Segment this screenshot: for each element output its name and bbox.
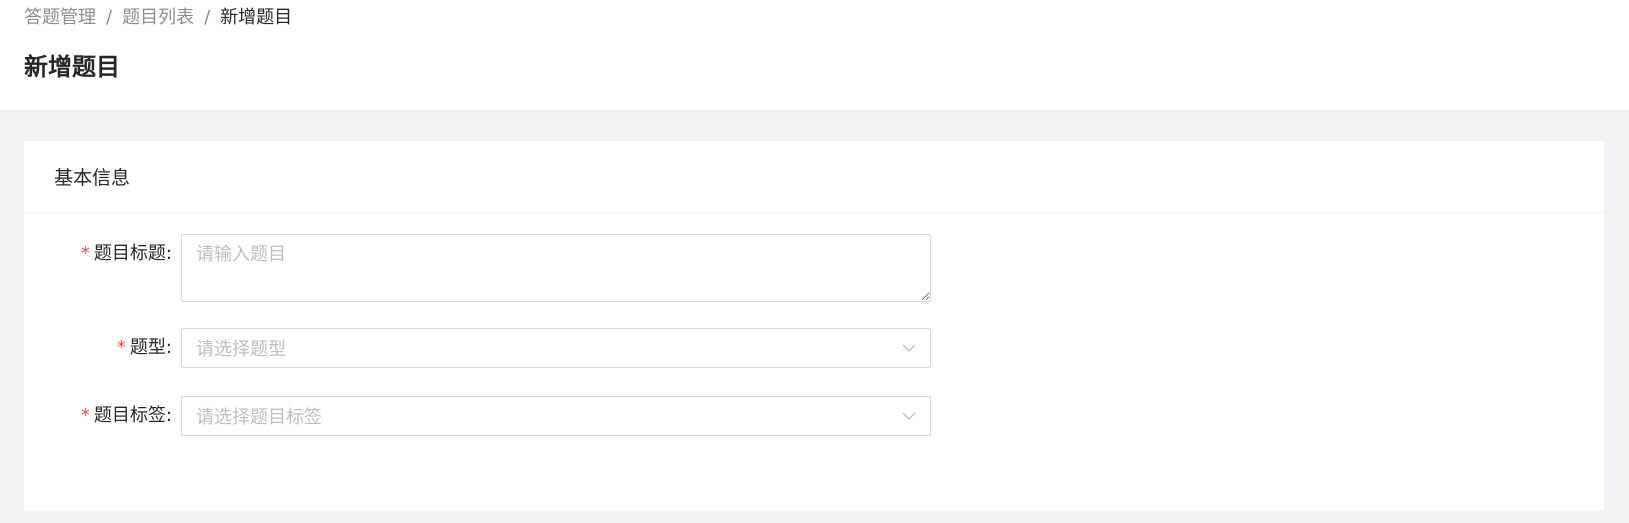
form-label-text: 题目标签 <box>93 405 166 426</box>
chevron-down-icon <box>902 412 916 420</box>
form-label-question-title: * 题目标题: <box>24 234 181 302</box>
question-type-select[interactable]: 请选择题型 <box>181 328 931 368</box>
breadcrumb-item-question-list[interactable]: 题目列表 <box>122 6 194 30</box>
required-mark: * <box>80 243 90 264</box>
breadcrumb: 答题管理 / 题目列表 / 新增题目 <box>24 6 292 30</box>
card-header: 基本信息 <box>24 141 1604 213</box>
required-mark: * <box>80 405 90 426</box>
page-header: 答题管理 / 题目列表 / 新增题目 新增题目 <box>0 0 1629 110</box>
breadcrumb-separator: / <box>204 7 211 28</box>
question-title-textarea[interactable] <box>181 234 931 302</box>
breadcrumb-separator: / <box>106 7 113 28</box>
page-title: 新增题目 <box>24 53 120 81</box>
form-row-question-type: * 题型: 请选择题型 <box>24 328 931 368</box>
card-title: 基本信息 <box>54 167 131 189</box>
select-placeholder: 请选择题型 <box>196 339 286 360</box>
form-label-question-type: * 题型: <box>24 328 181 368</box>
basic-info-card: 基本信息 *题目标题: *题型: 请选择题型 *题目标签: 请选择题目标签 <box>24 141 1604 511</box>
breadcrumb-item-current: 新增题目 <box>220 7 293 28</box>
form-row-question-title: * 题目标题: <box>24 234 931 302</box>
label-colon: : <box>165 337 172 358</box>
form-label-question-tags: * 题目标签: <box>24 396 181 436</box>
chevron-down-icon <box>902 344 916 352</box>
label-colon: : <box>165 405 172 426</box>
select-placeholder: 请选择题目标签 <box>196 407 322 428</box>
breadcrumb-item-answer-management[interactable]: 答题管理 <box>24 6 96 30</box>
form-row-question-tags: * 题目标签: 请选择题目标签 <box>24 396 931 436</box>
form-label-text: 题目标题 <box>93 243 166 264</box>
required-mark: * <box>116 337 126 358</box>
question-tags-select[interactable]: 请选择题目标签 <box>181 396 931 436</box>
label-colon: : <box>165 243 172 264</box>
form-label-text: 题型 <box>129 337 166 358</box>
